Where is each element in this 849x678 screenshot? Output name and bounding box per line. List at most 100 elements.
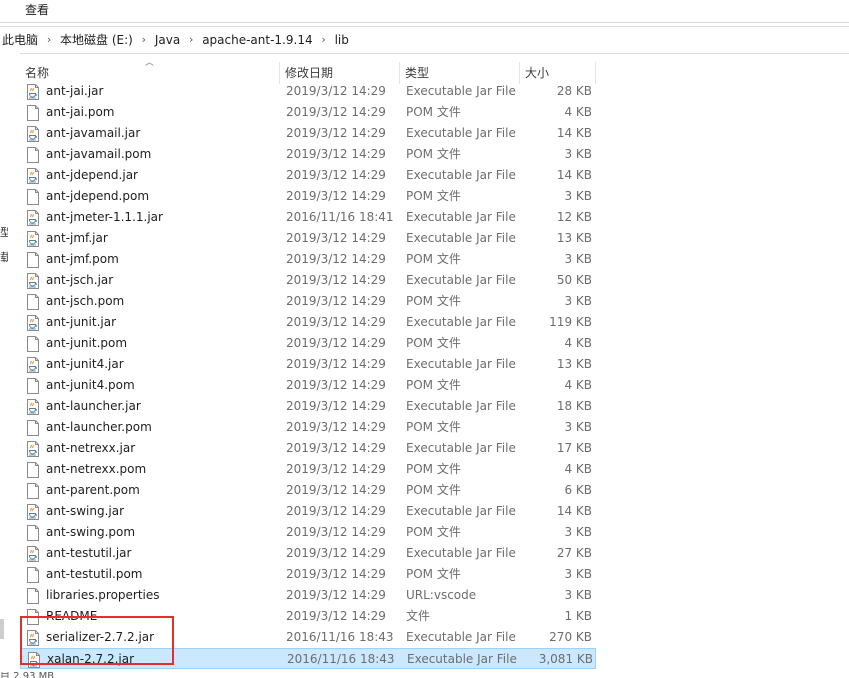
file-size: 13 KB xyxy=(556,231,592,245)
file-name: ant-netrexx.pom xyxy=(46,462,147,476)
file-size: 3 KB xyxy=(564,588,592,602)
breadcrumb-item[interactable]: 此电脑 xyxy=(0,27,42,53)
navigation-pane[interactable]: 型 载 xyxy=(0,53,20,678)
file-name: ant-launcher.pom xyxy=(46,420,152,434)
file-date: 2019/3/12 14:29 xyxy=(286,147,386,161)
file-row[interactable]: ant-netrexx.pom 2019/3/12 14:29 POM 文件 4 KB xyxy=(20,459,596,480)
breadcrumb-item[interactable]: 本地磁盘 (E:) xyxy=(56,27,137,53)
file-date: 2019/3/12 14:29 xyxy=(286,231,386,245)
file-row[interactable]: ant-junit.jar 2019/3/12 14:29 Executable J… xyxy=(20,312,596,333)
file-row[interactable]: ant-jmf.jar 2019/3/12 14:29 Executable Jar… xyxy=(20,228,596,249)
file-row[interactable]: ant-swing.jar 2019/3/12 14:29 Executable J… xyxy=(20,501,596,522)
blank-file-icon xyxy=(26,483,40,499)
file-size: 3 KB xyxy=(564,252,592,266)
file-row[interactable]: ant-javamail.jar 2019/3/12 14:29 Executabl… xyxy=(20,123,596,144)
file-row[interactable]: ant-junit.pom 2019/3/12 14:29 POM 文件 4 KB xyxy=(20,333,596,354)
file-type: POM 文件 xyxy=(406,189,461,203)
file-row[interactable]: ant-junit4.jar 2019/3/12 14:29 Executable … xyxy=(20,354,596,375)
file-date: 2019/3/12 14:29 xyxy=(286,441,386,455)
file-row[interactable]: ant-jsch.pom 2019/3/12 14:29 POM 文件 3 KB xyxy=(20,291,596,312)
file-size: 3 KB xyxy=(564,294,592,308)
file-date: 2016/11/16 18:43 xyxy=(287,652,395,666)
file-type: POM 文件 xyxy=(406,525,461,539)
blank-file-icon xyxy=(26,420,40,436)
file-date: 2019/3/12 14:29 xyxy=(286,105,386,119)
ribbon: 查看 xyxy=(0,0,849,23)
file-size: 3 KB xyxy=(564,420,592,434)
chevron-right-icon[interactable]: › xyxy=(184,27,198,53)
blank-file-icon xyxy=(26,378,40,394)
file-size: 14 KB xyxy=(556,168,592,182)
file-name: ant-javamail.jar xyxy=(46,126,141,140)
file-type: POM 文件 xyxy=(406,147,461,161)
jar-file-icon xyxy=(26,126,40,142)
blank-file-icon xyxy=(26,525,40,541)
nav-item-fragment[interactable]: 型 xyxy=(0,224,8,240)
file-row[interactable]: ant-netrexx.jar 2019/3/12 14:29 Executable… xyxy=(20,438,596,459)
blank-file-icon xyxy=(26,147,40,163)
file-size: 4 KB xyxy=(564,105,592,119)
file-size: 3 KB xyxy=(564,189,592,203)
file-date: 2019/3/12 14:29 xyxy=(286,189,386,203)
file-row[interactable]: ant-parent.pom 2019/3/12 14:29 POM 文件 6 KB xyxy=(20,480,596,501)
file-row[interactable]: ant-jai.jar 2019/3/12 14:29 Executable Jar… xyxy=(20,81,596,102)
file-row[interactable]: ant-launcher.pom 2019/3/12 14:29 POM 文件 3 K… xyxy=(20,417,596,438)
annotation-highlight-box xyxy=(20,616,174,665)
file-date: 2016/11/16 18:43 xyxy=(286,630,394,644)
file-type: POM 文件 xyxy=(406,336,461,350)
file-name: ant-jmf.pom xyxy=(46,252,119,266)
file-name: ant-launcher.jar xyxy=(46,399,141,413)
jar-file-icon xyxy=(26,357,40,373)
nav-item-fragment[interactable]: 载 xyxy=(0,249,8,265)
file-name: ant-junit.pom xyxy=(46,336,128,350)
file-size: 14 KB xyxy=(556,504,592,518)
file-row[interactable]: ant-jsch.jar 2019/3/12 14:29 Executable Ja… xyxy=(20,270,596,291)
file-name: ant-netrexx.jar xyxy=(46,441,136,455)
file-size: 1 KB xyxy=(564,609,592,623)
file-date: 2019/3/12 14:29 xyxy=(286,168,386,182)
tab-view[interactable]: 查看 xyxy=(16,0,58,22)
file-row[interactable]: ant-jmf.pom 2019/3/12 14:29 POM 文件 3 KB xyxy=(20,249,596,270)
file-row[interactable]: ant-testutil.jar 2019/3/12 14:29 Executabl… xyxy=(20,543,596,564)
file-date: 2019/3/12 14:29 xyxy=(286,462,386,476)
chevron-right-icon[interactable]: › xyxy=(137,27,151,53)
file-date: 2019/3/12 14:29 xyxy=(286,546,386,560)
file-row[interactable]: ant-launcher.jar 2019/3/12 14:29 Executabl… xyxy=(20,396,596,417)
file-row[interactable]: ant-swing.pom 2019/3/12 14:29 POM 文件 3 KB xyxy=(20,522,596,543)
file-type: URL:vscode xyxy=(406,588,477,602)
navigation-scrollbar[interactable] xyxy=(0,619,4,639)
file-size: 4 KB xyxy=(564,336,592,350)
file-date: 2019/3/12 14:29 xyxy=(286,609,386,623)
file-date: 2019/3/12 14:29 xyxy=(286,588,386,602)
file-size: 28 KB xyxy=(556,84,592,98)
file-row[interactable]: ant-jai.pom 2019/3/12 14:29 POM 文件 4 KB xyxy=(20,102,596,123)
chevron-right-icon[interactable]: › xyxy=(317,27,331,53)
blank-file-icon xyxy=(26,294,40,310)
file-size: 17 KB xyxy=(556,441,592,455)
file-type: POM 文件 xyxy=(406,294,461,308)
chevron-right-icon[interactable]: › xyxy=(42,27,56,53)
blank-file-icon xyxy=(26,105,40,121)
file-size: 3 KB xyxy=(564,567,592,581)
file-row[interactable]: ant-javamail.pom 2019/3/12 14:29 POM 文件 3 K… xyxy=(20,144,596,165)
file-size: 3 KB xyxy=(564,525,592,539)
file-row[interactable]: ant-junit4.pom 2019/3/12 14:29 POM 文件 4 KB xyxy=(20,375,596,396)
file-date: 2019/3/12 14:29 xyxy=(286,378,386,392)
file-row[interactable]: ant-jdepend.pom 2019/3/12 14:29 POM 文件 3 KB xyxy=(20,186,596,207)
file-date: 2016/11/16 18:41 xyxy=(286,210,394,224)
file-name: ant-jsch.jar xyxy=(46,273,114,287)
file-row[interactable]: ant-jdepend.jar 2019/3/12 14:29 Executable… xyxy=(20,165,596,186)
file-size: 119 KB xyxy=(549,315,592,329)
file-date: 2019/3/12 14:29 xyxy=(286,126,386,140)
file-size: 27 KB xyxy=(556,546,592,560)
breadcrumb-item[interactable]: Java xyxy=(151,27,184,53)
address-bar[interactable]: 此电脑 › 本地磁盘 (E:) › Java › apache-ant-1.9.14 › lib xyxy=(0,26,849,54)
file-row[interactable]: libraries.properties 2019/3/12 14:29 URL:v… xyxy=(20,585,596,606)
file-name: ant-jdepend.jar xyxy=(46,168,138,182)
file-row[interactable]: ant-jmeter-1.1.1.jar 2016/11/16 18:41 Exec… xyxy=(20,207,596,228)
file-size: 4 KB xyxy=(564,378,592,392)
file-row[interactable]: ant-testutil.pom 2019/3/12 14:29 POM 文件 3 K… xyxy=(20,564,596,585)
jar-file-icon xyxy=(26,210,40,226)
breadcrumb-item[interactable]: apache-ant-1.9.14 xyxy=(198,27,316,53)
breadcrumb-item[interactable]: lib xyxy=(331,27,353,53)
